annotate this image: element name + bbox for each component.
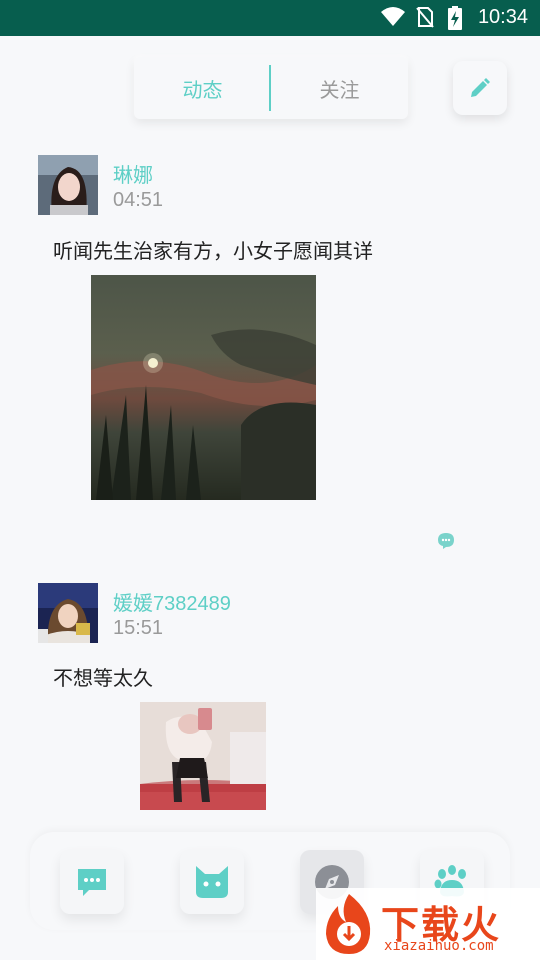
compose-button[interactable] <box>453 61 507 115</box>
post-time: 15:51 <box>113 617 164 639</box>
post-photo[interactable] <box>91 275 316 500</box>
pencil-icon <box>471 78 490 97</box>
comment-icon[interactable] <box>437 532 455 550</box>
tab-divider <box>269 65 271 111</box>
post-text: 听闻先生治家有方，小女子愿闻其详 <box>53 239 373 263</box>
flame-logo-icon <box>326 894 371 954</box>
post-username[interactable]: 琳娜 <box>113 159 153 188</box>
post-username[interactable]: 媛媛7382489 <box>113 587 231 616</box>
status-time: 10:34 <box>477 6 528 28</box>
status-bar: 10:34 <box>0 0 540 36</box>
tab-moments[interactable]: 动态 <box>134 74 271 103</box>
wifi-icon <box>381 7 405 26</box>
chat-bubble-icon <box>78 869 106 896</box>
post-photo[interactable] <box>140 702 266 810</box>
watermark-url: xiazaihuo.com <box>384 938 494 954</box>
watermark: 下载火 xiazaihuo.com <box>316 888 540 960</box>
avatar[interactable] <box>38 155 98 215</box>
cat-face-icon <box>196 866 228 898</box>
feed-tab-switch: 动态 关注 <box>134 57 408 119</box>
avatar[interactable] <box>38 583 98 643</box>
nav-cat-button[interactable] <box>180 850 244 914</box>
post-text: 不想等太久 <box>53 666 153 690</box>
tab-following[interactable]: 关注 <box>271 74 408 103</box>
battery-charging-icon <box>448 6 462 30</box>
no-sim-icon <box>416 7 434 28</box>
post-time: 04:51 <box>113 189 164 211</box>
nav-messages-button[interactable] <box>60 850 124 914</box>
